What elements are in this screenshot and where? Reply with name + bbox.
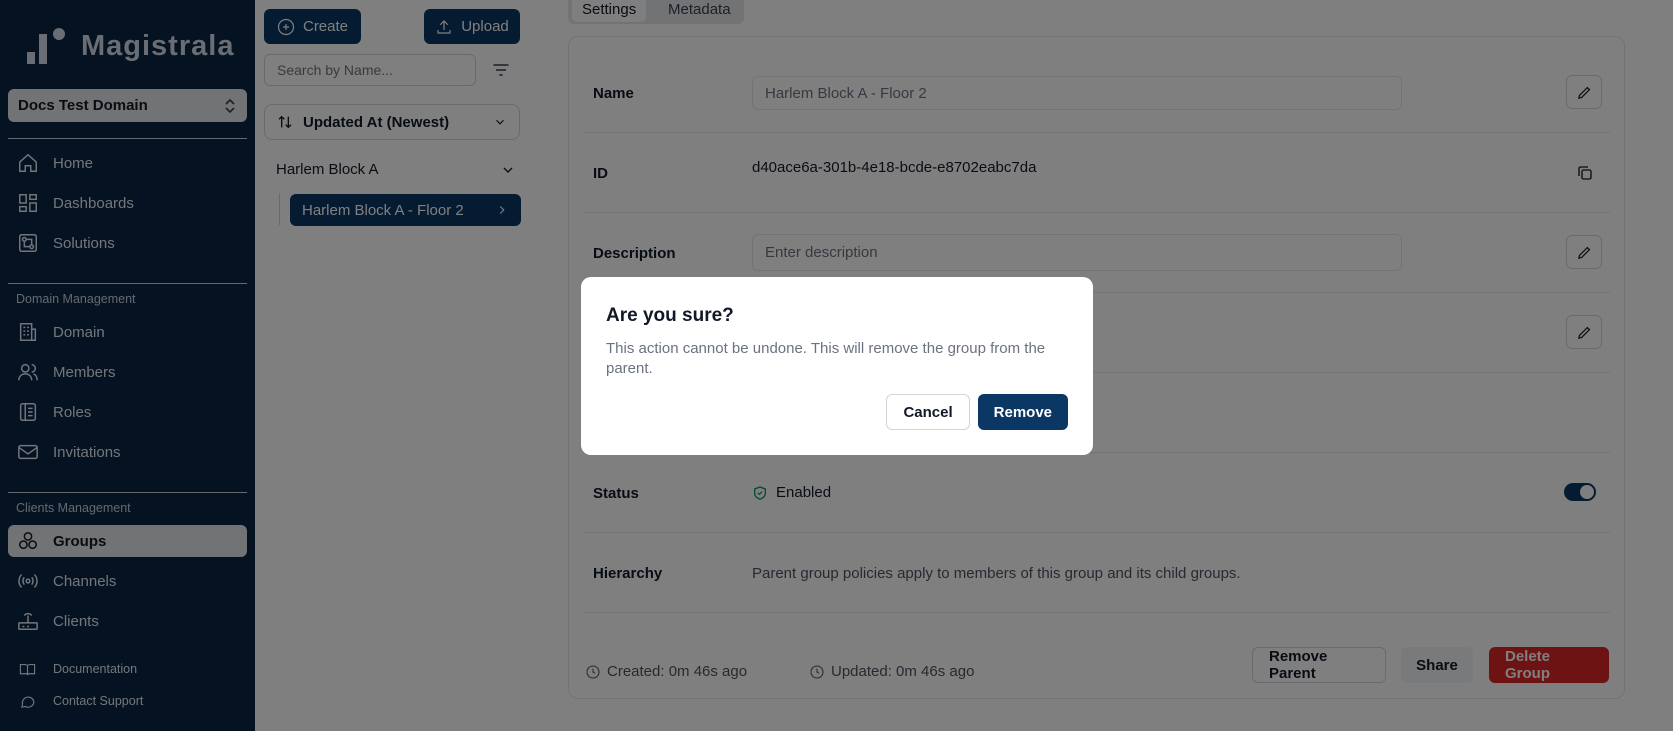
remove-button[interactable]: Remove xyxy=(977,394,1068,430)
confirm-dialog: Are you sure? This action cannot be undo… xyxy=(581,277,1093,455)
dialog-actions: Cancel Remove xyxy=(886,394,1068,430)
cancel-button[interactable]: Cancel xyxy=(886,394,970,430)
dialog-title: Are you sure? xyxy=(606,305,734,326)
dialog-description: This action cannot be undone. This will … xyxy=(606,340,1046,377)
